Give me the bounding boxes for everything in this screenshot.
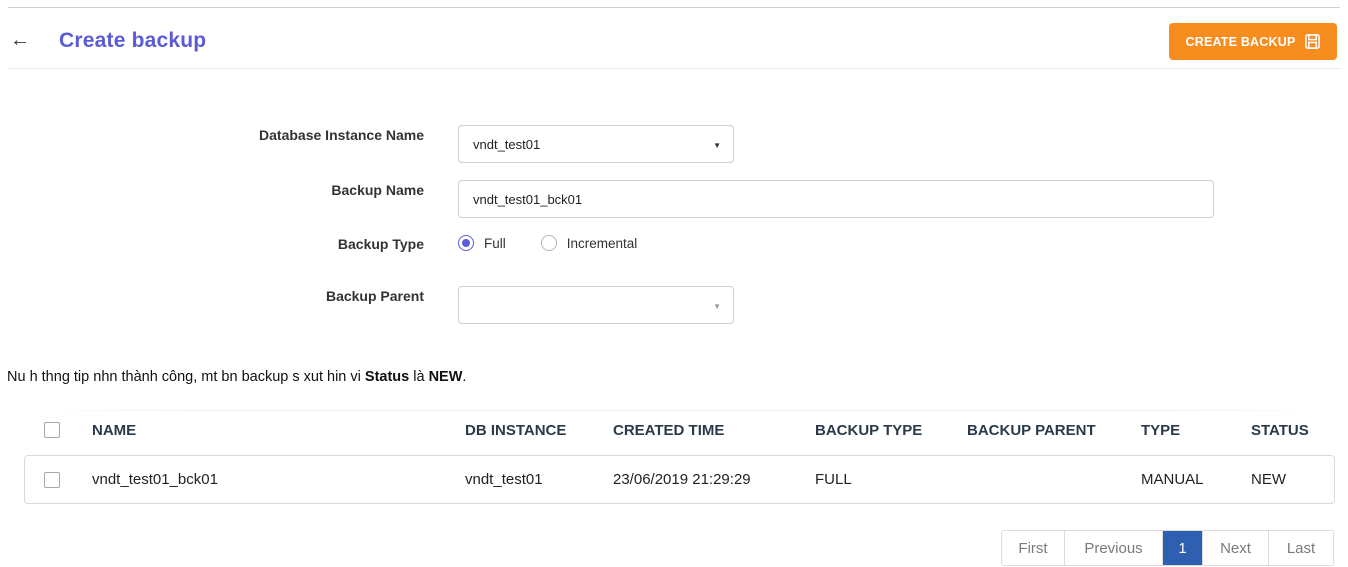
col-status[interactable]: STATUS [1251, 410, 1309, 450]
radio-incremental-label: Incremental [566, 235, 638, 251]
page-previous[interactable]: Previous [1065, 531, 1163, 565]
table-row[interactable]: vndt_test01_bck01 vndt_test01 23/06/2019… [24, 455, 1335, 504]
instance-select[interactable]: vndt_test01 ▼ [458, 125, 734, 163]
backup-name-label: Backup Name [331, 182, 424, 198]
radio-incremental[interactable]: Incremental [540, 235, 638, 251]
col-db-instance[interactable]: DB INSTANCE [465, 410, 566, 450]
back-arrow-icon[interactable]: ← [10, 30, 34, 52]
page-last[interactable]: Last [1269, 531, 1333, 565]
col-backup-type[interactable]: BACKUP TYPE [815, 410, 922, 450]
backup-name-input[interactable] [458, 180, 1214, 218]
row-checkbox[interactable] [44, 471, 60, 488]
select-all-cell [44, 410, 60, 450]
create-backup-label: CREATE BACKUP [1185, 34, 1296, 49]
note-new-word: NEW [428, 369, 463, 385]
instance-select-value: vndt_test01 [473, 136, 541, 152]
save-icon [1304, 34, 1320, 49]
cell-backup-type: FULL [815, 471, 852, 488]
page-header: ← Create backup CREATE BACKUP [8, 8, 1340, 69]
cell-name: vndt_test01_bck01 [92, 471, 218, 488]
pagination: First Previous 1 Next Last [1001, 530, 1334, 566]
create-backup-button[interactable]: CREATE BACKUP [1169, 23, 1337, 60]
cell-db-instance: vndt_test01 [465, 471, 543, 488]
page-next[interactable]: Next [1203, 531, 1269, 565]
row-checkbox-cell [44, 456, 60, 503]
backup-parent-select[interactable]: ▼ [458, 286, 734, 324]
note-middle: là [409, 369, 429, 385]
cell-status: NEW [1251, 471, 1286, 488]
col-created-time[interactable]: CREATED TIME [613, 410, 724, 450]
note-suffix: . [462, 369, 467, 385]
col-backup-parent[interactable]: BACKUP PARENT [967, 410, 1096, 450]
radio-incremental-indicator[interactable] [540, 235, 557, 251]
page-first[interactable]: First [1002, 531, 1065, 565]
backup-parent-label: Backup Parent [325, 288, 424, 304]
instance-label: Database Instance Name [259, 127, 424, 143]
caret-down-icon: ▼ [713, 141, 721, 150]
caret-down-icon: ▼ [713, 302, 721, 311]
radio-full-label: Full [484, 235, 506, 251]
table-header: NAME DB INSTANCE CREATED TIME BACKUP TYP… [24, 410, 1335, 450]
backup-table: NAME DB INSTANCE CREATED TIME BACKUP TYP… [24, 410, 1335, 504]
cell-created-time: 23/06/2019 21:29:29 [613, 471, 751, 488]
note-prefix: Nu h thng tip nhn thành công, mt bn back… [7, 369, 365, 385]
col-name[interactable]: NAME [92, 410, 136, 450]
cell-type: MANUAL [1141, 471, 1204, 488]
radio-full[interactable]: Full [458, 235, 506, 251]
page-current[interactable]: 1 [1163, 531, 1203, 565]
page-title: Create backup [59, 29, 207, 52]
backup-type-label: Backup Type [337, 236, 424, 252]
radio-full-indicator[interactable] [458, 235, 474, 251]
backup-type-radio-group: Full Incremental [458, 233, 637, 253]
select-all-checkbox[interactable] [44, 422, 60, 438]
instruction-note: Nu h thng tip nhn thành công, mt bn back… [7, 369, 466, 385]
note-status-word: Status [364, 369, 410, 385]
col-type[interactable]: TYPE [1141, 410, 1180, 450]
